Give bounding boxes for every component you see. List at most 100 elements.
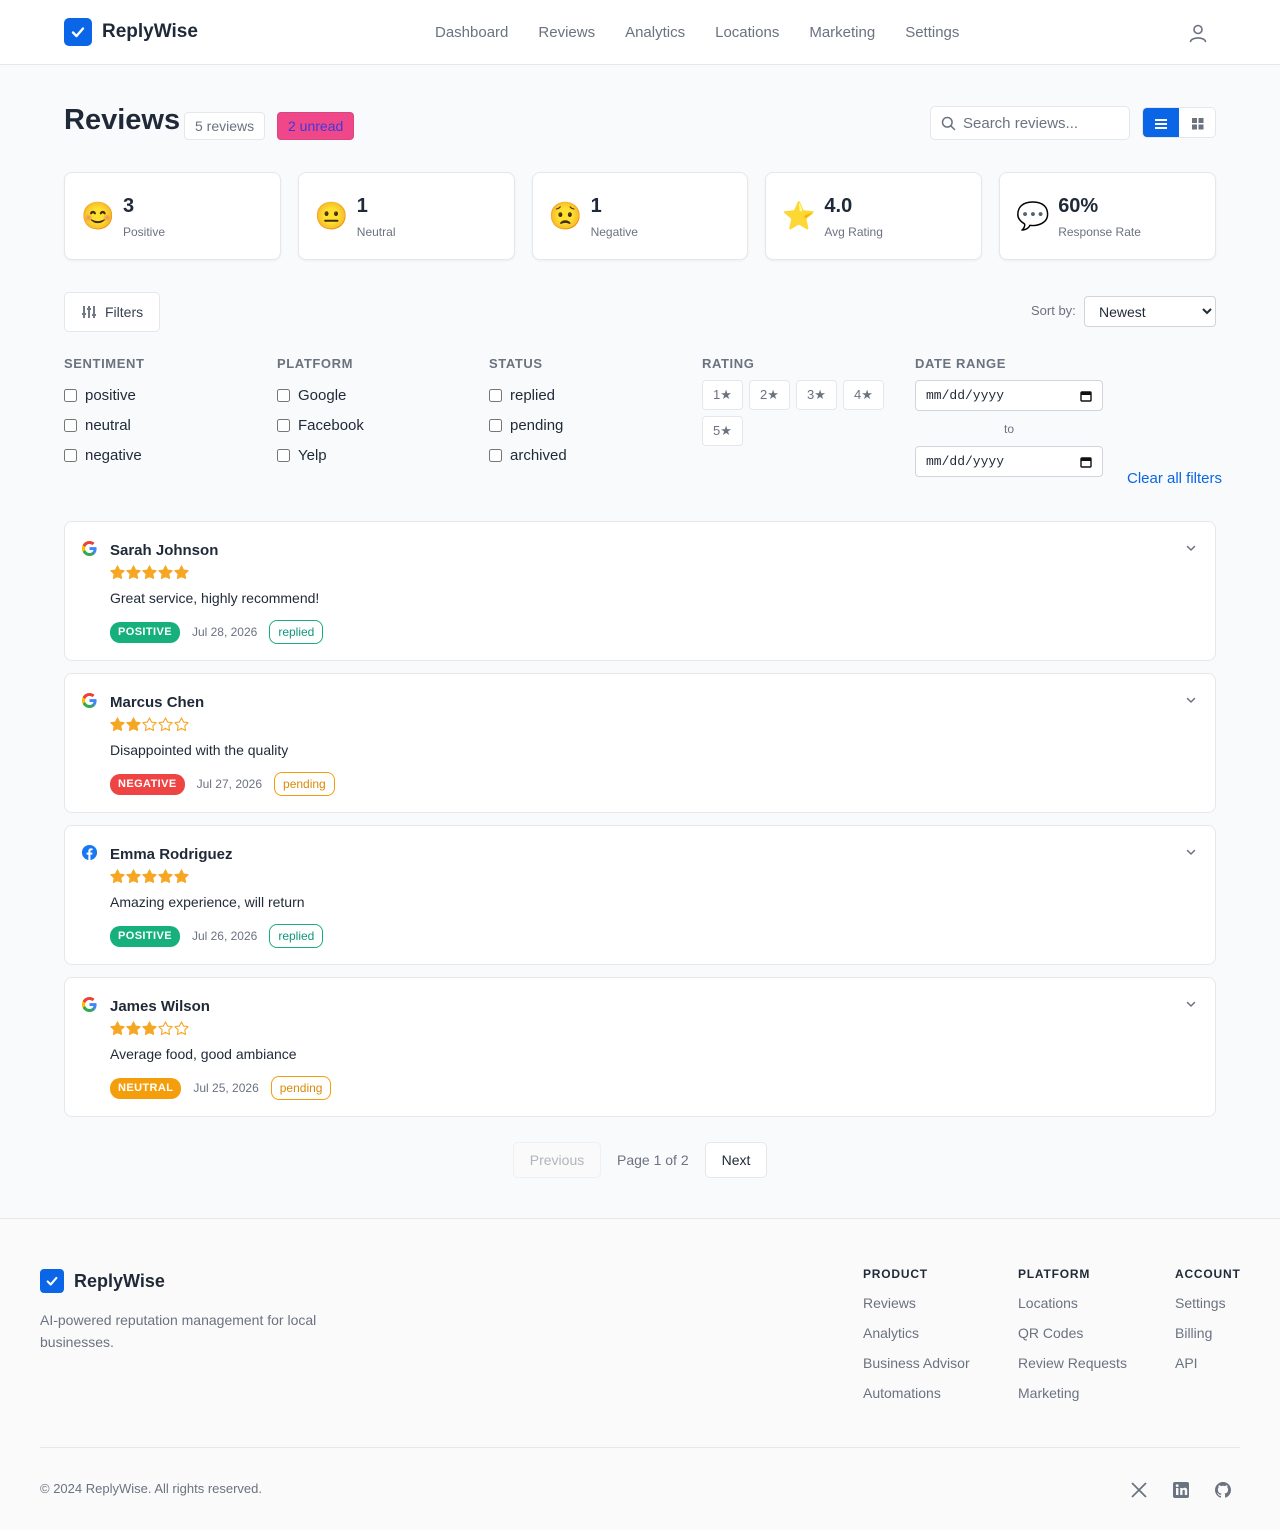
github-icon[interactable] [1214, 1481, 1232, 1499]
review-card[interactable]: James Wilson Average food, good ambiance… [64, 977, 1216, 1117]
review-card[interactable]: Marcus Chen Disappointed with the qualit… [64, 673, 1216, 813]
footer-link[interactable]: Reviews [863, 1293, 970, 1323]
search-box[interactable] [930, 106, 1130, 140]
review-text: Amazing experience, will return [110, 894, 305, 910]
chevron-down-icon[interactable] [1185, 998, 1197, 1010]
copyright: © 2024 ReplyWise. All rights reserved. [40, 1481, 263, 1496]
filter-option[interactable]: Facebook [277, 410, 364, 440]
sentiment-badge: POSITIVE [110, 621, 180, 643]
grid-view-button[interactable] [1179, 108, 1215, 137]
footer-link[interactable]: Analytics [863, 1323, 970, 1353]
star-empty-icon [174, 1021, 189, 1036]
checkbox[interactable] [489, 448, 502, 462]
view-toggle [1142, 107, 1216, 138]
nav-dashboard[interactable]: Dashboard [435, 24, 508, 41]
filter-option[interactable]: archived [489, 440, 567, 470]
filter-option[interactable]: positive [64, 380, 145, 410]
footer-link[interactable]: Automations [863, 1383, 970, 1413]
footer-link[interactable]: Settings [1175, 1293, 1241, 1323]
nav-reviews[interactable]: Reviews [538, 24, 595, 41]
chevron-down-icon[interactable] [1185, 542, 1197, 554]
filters-button[interactable]: Filters [64, 292, 160, 332]
review-text: Great service, highly recommend! [110, 590, 320, 606]
footer-link[interactable]: API [1175, 1353, 1241, 1383]
star-rating [110, 717, 189, 732]
sentiment-badge: POSITIVE [110, 925, 180, 947]
footer-link[interactable]: Business Advisor [863, 1353, 970, 1383]
list-view-button[interactable] [1143, 108, 1179, 137]
stat-card-neutral: 😐 1 Neutral [297, 172, 515, 260]
search-input[interactable] [963, 107, 1123, 139]
footer-link[interactable]: Review Requests [1018, 1353, 1127, 1383]
star-icon: ⭐ [782, 201, 817, 231]
google-icon [81, 540, 97, 557]
sliders-icon [82, 306, 96, 318]
footer-brand[interactable]: ReplyWise [40, 1269, 165, 1293]
clear-filters-link[interactable]: Clear all filters [1127, 470, 1222, 487]
calendar-icon[interactable] [1080, 390, 1092, 402]
calendar-icon[interactable] [1080, 456, 1092, 468]
nav-analytics[interactable]: Analytics [625, 24, 685, 41]
chevron-down-icon[interactable] [1185, 846, 1197, 858]
rating-chip-3[interactable]: 3★ [796, 380, 837, 410]
star-filled-icon [126, 717, 141, 732]
brand[interactable]: ReplyWise [64, 18, 198, 46]
footer-link[interactable]: Billing [1175, 1323, 1241, 1353]
footer-column-title: PLATFORM [1018, 1267, 1091, 1281]
checkbox[interactable] [489, 418, 502, 432]
checkbox[interactable] [64, 448, 77, 462]
filter-option[interactable]: Yelp [277, 440, 364, 470]
footer-brand-name: ReplyWise [74, 1270, 165, 1291]
review-card[interactable]: Sarah Johnson Great service, highly reco… [64, 521, 1216, 661]
filter-option[interactable]: pending [489, 410, 567, 440]
speech-bubble-icon: 💬 [1016, 201, 1050, 231]
user-icon[interactable] [1187, 22, 1209, 44]
checkbox[interactable] [64, 388, 77, 402]
date-from-input[interactable]: mm/dd/yyyy [915, 380, 1103, 411]
filter-option[interactable]: negative [64, 440, 145, 470]
sort-select[interactable]: Newest [1084, 296, 1216, 327]
rating-chip-2[interactable]: 2★ [749, 380, 790, 410]
star-filled-icon [126, 869, 141, 884]
nav-locations[interactable]: Locations [715, 24, 779, 41]
footer-column-title: ACCOUNT [1175, 1267, 1241, 1281]
star-filled-icon [158, 869, 173, 884]
chevron-down-icon[interactable] [1185, 694, 1197, 706]
rating-chip-5[interactable]: 5★ [702, 416, 743, 446]
date-to-input[interactable]: mm/dd/yyyy [915, 446, 1103, 477]
grid-icon [1191, 118, 1203, 130]
unread-badge[interactable]: 2 unread [277, 112, 355, 140]
review-count-badge: 5 reviews [184, 112, 266, 140]
status-badge: replied [269, 924, 324, 948]
nav-marketing[interactable]: Marketing [809, 24, 875, 41]
next-page-button[interactable]: Next [705, 1142, 767, 1178]
star-empty-icon [174, 717, 189, 732]
footer-link[interactable]: Locations [1018, 1293, 1127, 1323]
filter-option[interactable]: replied [489, 380, 567, 410]
x-icon[interactable] [1130, 1481, 1148, 1499]
filter-option[interactable]: neutral [64, 410, 145, 440]
footer-link[interactable]: Marketing [1018, 1383, 1127, 1413]
linkedin-icon[interactable] [1172, 1481, 1190, 1499]
star-filled-icon [126, 1021, 141, 1036]
checkbox[interactable] [277, 448, 290, 462]
previous-page-button[interactable]: Previous [513, 1142, 601, 1178]
checkbox[interactable] [64, 418, 77, 432]
star-rating [110, 869, 189, 884]
checkbox[interactable] [489, 388, 502, 402]
filter-group-sentiment: SENTIMENT positive neutral negative [64, 356, 145, 470]
filter-group-title: RATING [702, 356, 755, 371]
google-icon [81, 996, 97, 1013]
rating-chips: 1★ 2★ 3★ 4★ 5★ [702, 380, 892, 446]
stat-value: 3 [123, 195, 135, 217]
review-card[interactable]: Emma Rodriguez Amazing experience, will … [64, 825, 1216, 965]
filter-option[interactable]: Google [277, 380, 364, 410]
star-rating [110, 565, 189, 580]
rating-chip-1[interactable]: 1★ [702, 380, 743, 410]
rating-chip-4[interactable]: 4★ [843, 380, 884, 410]
checkbox[interactable] [277, 388, 290, 402]
footer-link[interactable]: QR Codes [1018, 1323, 1127, 1353]
checkbox[interactable] [277, 418, 290, 432]
nav-settings[interactable]: Settings [905, 24, 959, 41]
filter-group-title: PLATFORM [277, 356, 354, 371]
